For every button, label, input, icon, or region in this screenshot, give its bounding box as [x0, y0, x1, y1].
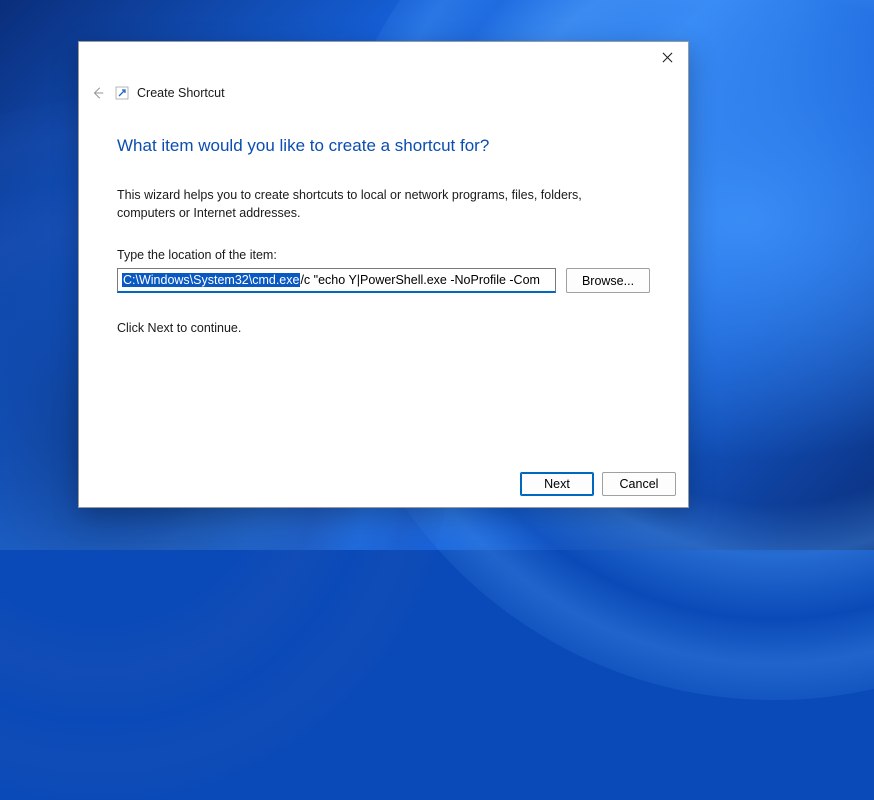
create-shortcut-dialog: Create Shortcut What item would you like… [78, 41, 689, 508]
next-button[interactable]: Next [520, 472, 594, 496]
back-button[interactable] [89, 84, 107, 102]
location-input-rest: /c "echo Y|PowerShell.exe -NoProfile -Co… [300, 273, 540, 287]
arrow-left-icon [91, 86, 105, 100]
header-row: Create Shortcut [79, 80, 688, 106]
location-row: C:\Windows\System32\cmd.exe /c "echo Y|P… [117, 268, 650, 293]
cancel-button[interactable]: Cancel [602, 472, 676, 496]
page-title: What item would you like to create a sho… [117, 136, 650, 156]
button-bar: Next Cancel [79, 461, 688, 507]
close-icon [662, 52, 673, 63]
location-input-selection: C:\Windows\System32\cmd.exe [122, 273, 300, 287]
location-label: Type the location of the item: [117, 248, 650, 262]
dialog-content: What item would you like to create a sho… [79, 106, 688, 461]
titlebar [79, 42, 688, 80]
close-button[interactable] [646, 42, 688, 72]
browse-button[interactable]: Browse... [566, 268, 650, 293]
breadcrumb: Create Shortcut [137, 86, 225, 100]
wizard-description: This wizard helps you to create shortcut… [117, 186, 637, 222]
continue-hint: Click Next to continue. [117, 321, 650, 335]
shortcut-icon [115, 86, 129, 100]
location-input[interactable]: C:\Windows\System32\cmd.exe /c "echo Y|P… [117, 268, 556, 293]
